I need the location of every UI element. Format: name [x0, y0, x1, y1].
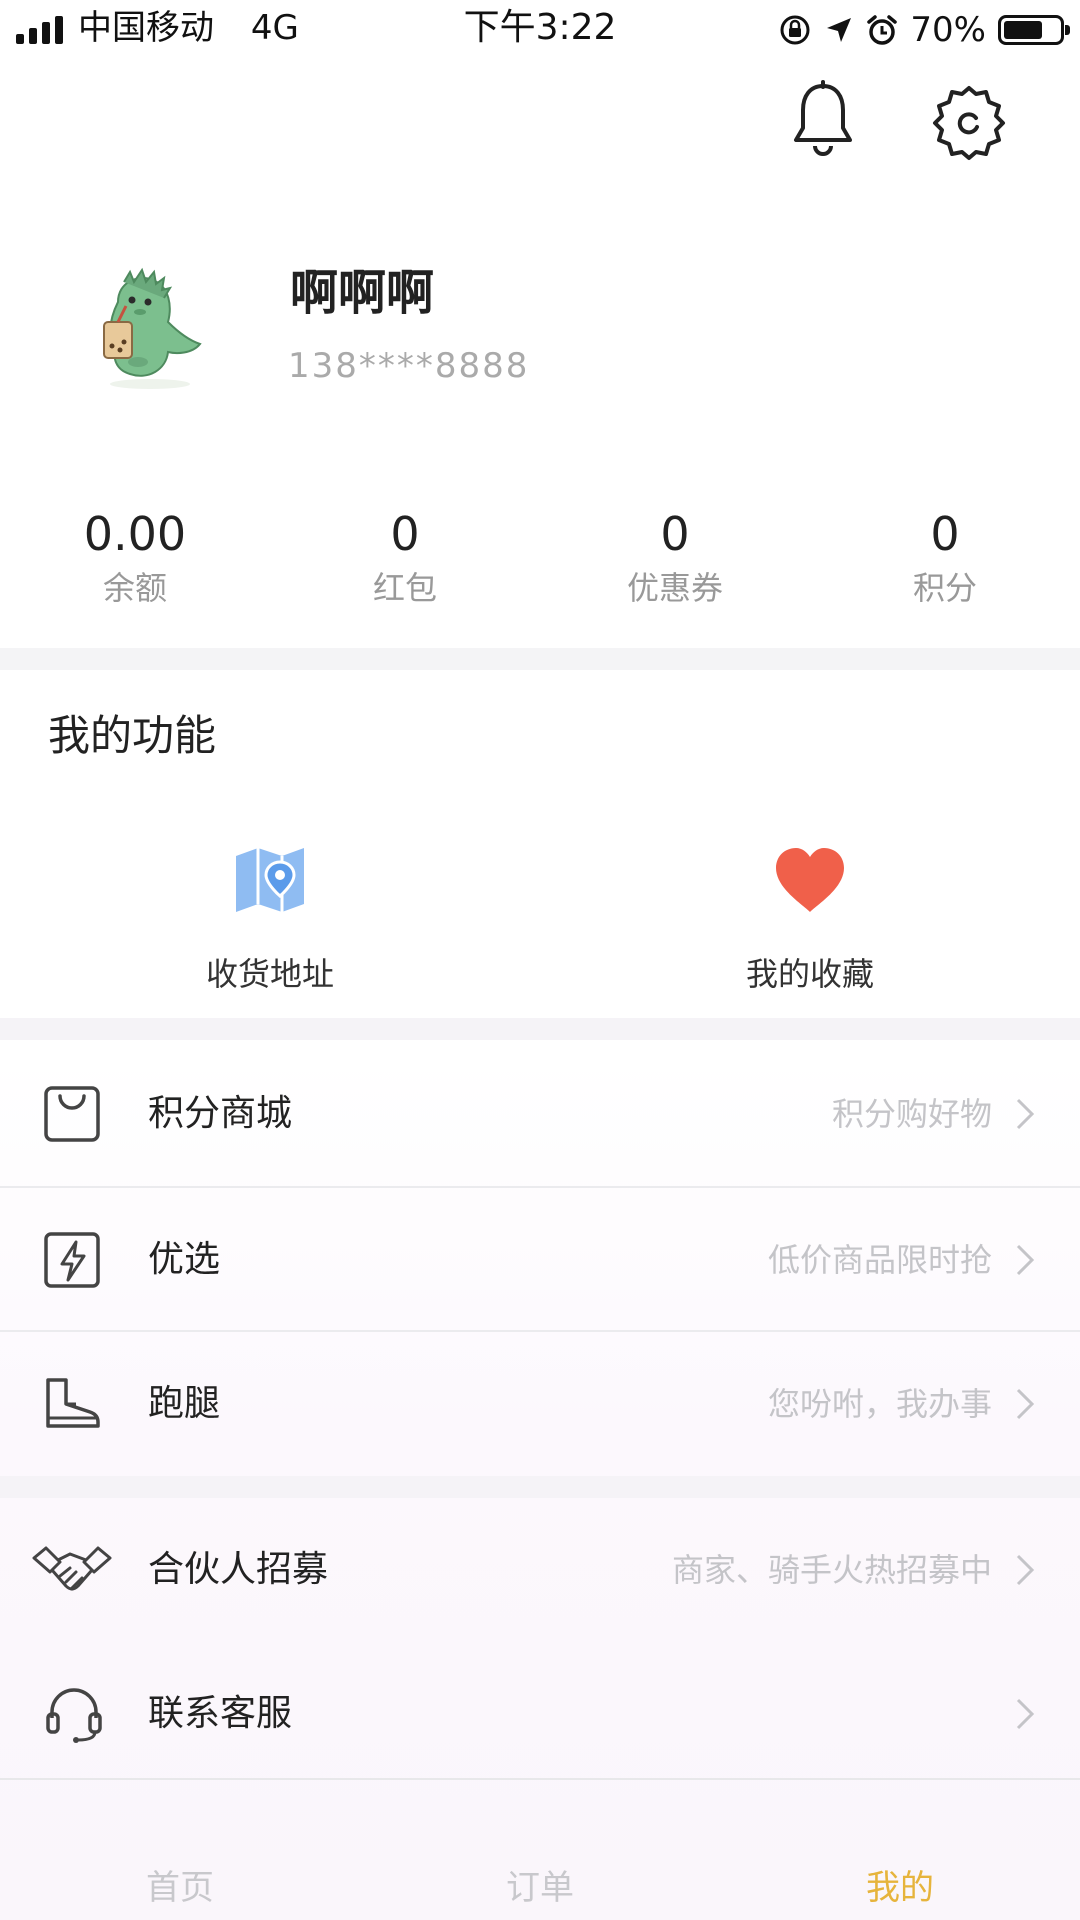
avatar[interactable]: [88, 262, 208, 392]
status-bar: 中国移动 4G 下午3:22 70%: [0, 0, 1080, 60]
menu-row-partner-recruit[interactable]: 合伙人招募 商家、骑手火热招募中: [0, 1498, 1080, 1642]
map-pin-icon: [236, 848, 304, 912]
headset-icon: [46, 1688, 102, 1743]
alarm-icon: [867, 15, 898, 45]
menu-row-errand[interactable]: 跑腿 您吩咐，我办事: [0, 1332, 1080, 1476]
menu-hint: 低价商品限时抢: [767, 1241, 992, 1279]
lightning-icon: [44, 1232, 100, 1288]
address-button[interactable]: 收货地址: [120, 842, 420, 996]
bottom-tab-bar: 首页 订单 我的: [0, 1778, 1080, 1920]
stat-balance[interactable]: 0.00 余额: [0, 505, 270, 625]
user-phone: 138****8888: [288, 346, 530, 386]
handshake-icon: [32, 1546, 112, 1591]
stat-label: 红包: [372, 569, 437, 607]
section-title: 我的功能: [48, 711, 217, 760]
shopping-bag-icon: [44, 1086, 100, 1142]
battery-level: [1004, 21, 1042, 39]
tab-orders[interactable]: 订单: [360, 1780, 720, 1920]
menu-hint: 您吩咐，我办事: [767, 1385, 992, 1423]
stat-points[interactable]: 0 积分: [810, 505, 1080, 625]
boot-icon: [46, 1378, 100, 1428]
stat-label: 余额: [102, 569, 167, 607]
menu-hint: 积分购好物: [831, 1095, 992, 1133]
stat-value: 0: [390, 507, 420, 561]
menu-row-customer-service[interactable]: 联系客服: [0, 1642, 1080, 1786]
menu-label: 跑腿: [148, 1383, 221, 1424]
chevron-right-icon: [1016, 1388, 1035, 1420]
menu-label: 积分商城: [148, 1093, 293, 1134]
chevron-right-icon: [1016, 1698, 1035, 1730]
menu-row-preferred[interactable]: 优选 低价商品限时抢: [0, 1188, 1080, 1332]
menu-hint: 商家、骑手火热招募中: [671, 1551, 992, 1589]
function-label: 收货地址: [205, 955, 334, 993]
section-divider: [0, 1018, 1080, 1040]
section-divider: [0, 1476, 1080, 1498]
account-stats: 0.00 余额 0 红包 0 优惠券 0 积分: [0, 505, 1080, 625]
function-label: 我的收藏: [745, 955, 874, 993]
gear-icon[interactable]: [930, 84, 1008, 162]
bell-icon[interactable]: [788, 80, 858, 160]
chevron-right-icon: [1016, 1554, 1035, 1586]
stat-label: 优惠券: [626, 569, 723, 607]
stat-value: 0: [930, 507, 960, 561]
section-divider: [0, 648, 1080, 670]
menu-row-points-mall[interactable]: 积分商城 积分购好物: [0, 1042, 1080, 1186]
stat-coupon[interactable]: 0 优惠券: [540, 505, 810, 625]
profile-page: 中国移动 4G 下午3:22 70% 啊啊啊 138****8888 0.00 …: [0, 0, 1080, 1920]
stat-label: 积分: [912, 569, 977, 607]
menu-label: 优选: [148, 1239, 221, 1280]
tab-home[interactable]: 首页: [0, 1780, 360, 1920]
menu-label: 合伙人招募: [148, 1549, 329, 1590]
chevron-right-icon: [1016, 1244, 1035, 1276]
stat-value: 0.00: [83, 507, 187, 561]
tab-mine[interactable]: 我的: [720, 1780, 1080, 1920]
chevron-right-icon: [1016, 1098, 1035, 1130]
stat-red-packet[interactable]: 0 红包: [270, 505, 540, 625]
heart-icon: [776, 848, 844, 912]
location-arrow-icon: [827, 18, 852, 42]
user-name: 啊啊啊: [290, 265, 435, 321]
favorites-button[interactable]: 我的收藏: [660, 842, 960, 996]
rotation-lock-icon: [780, 15, 810, 45]
battery-percent: 70%: [910, 10, 986, 50]
status-right-icons: 70%: [778, 10, 1070, 50]
menu-label: 联系客服: [148, 1693, 293, 1734]
battery-icon: [998, 15, 1070, 45]
stat-value: 0: [660, 507, 690, 561]
